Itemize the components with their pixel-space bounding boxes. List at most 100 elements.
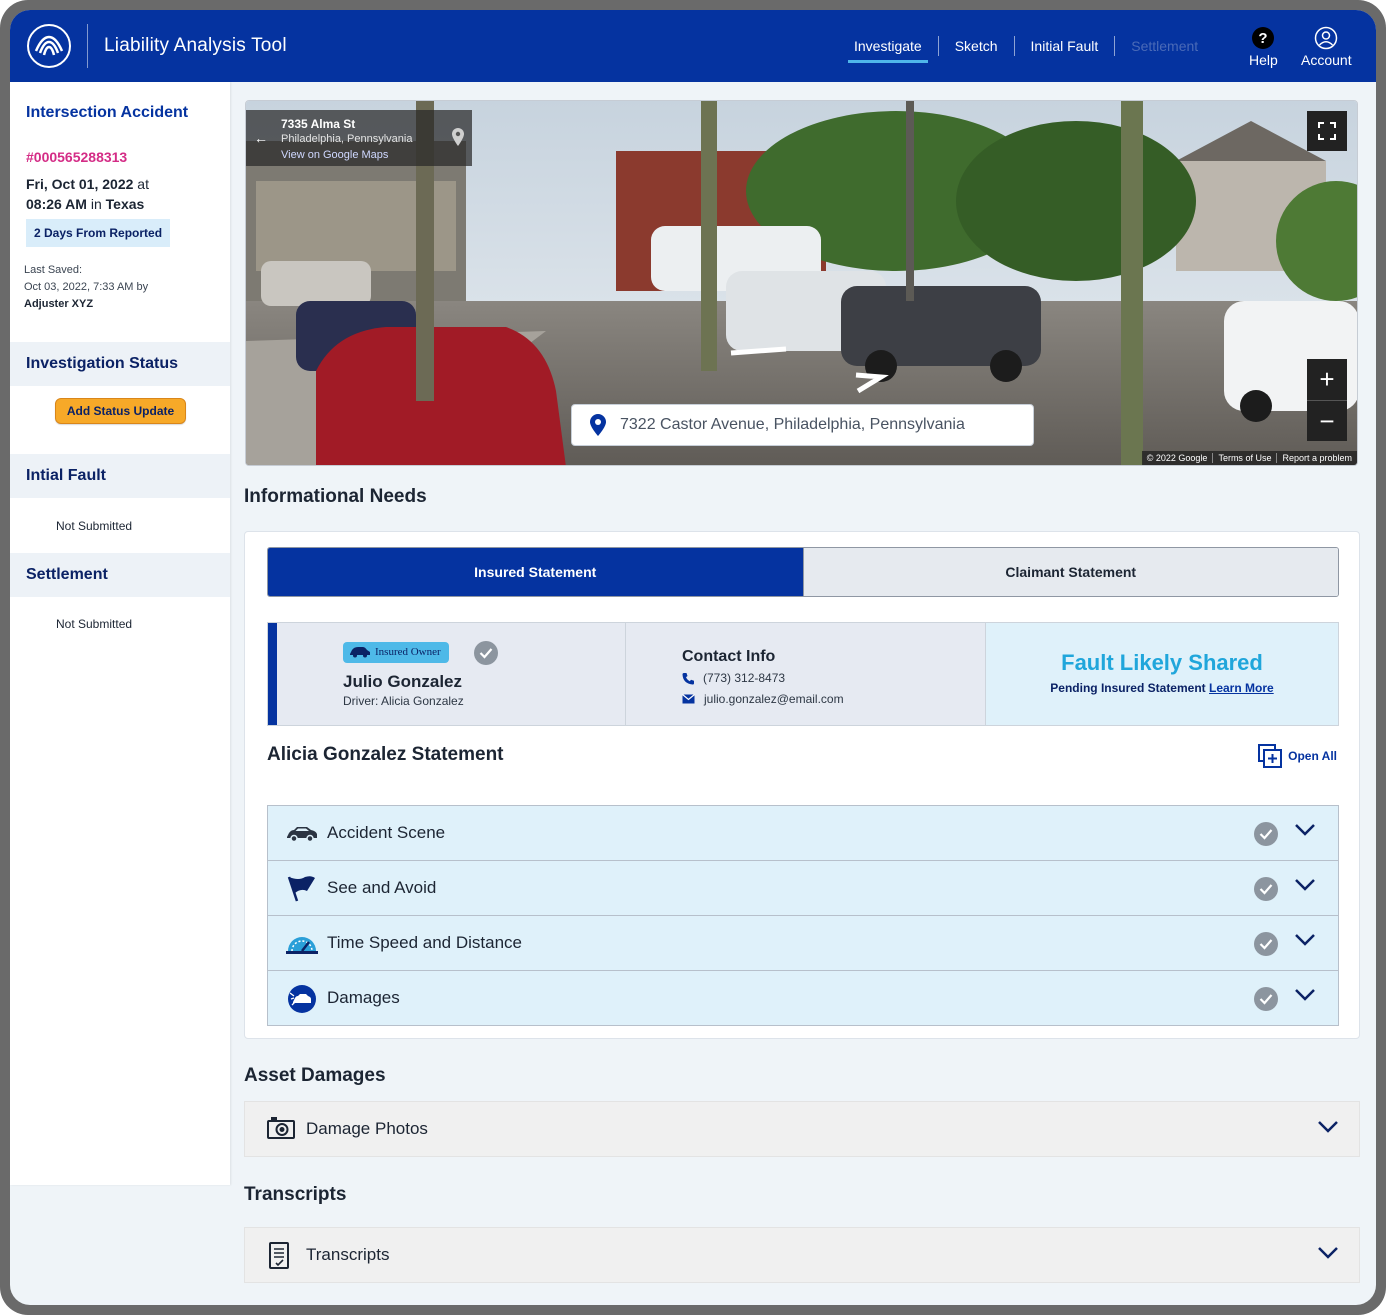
tab-claimant-statement[interactable]: Claimant Statement: [802, 548, 1338, 596]
date-connector: at: [133, 176, 149, 192]
transcripts-label: Transcripts: [306, 1245, 390, 1264]
header-divider: [87, 24, 88, 68]
settlement-header: Settlement: [10, 553, 230, 597]
account-icon: [1315, 26, 1338, 50]
top-bar: Liability Analysis Tool Investigate Sket…: [10, 10, 1376, 82]
contact-info-title: Contact Info: [682, 648, 776, 665]
complete-check-icon: [1254, 822, 1278, 846]
sidebar: Intersection Accident #000565288313 Fri,…: [10, 82, 230, 1185]
nav-settlement: Settlement: [1131, 38, 1199, 54]
location-connector: in: [86, 196, 106, 212]
document-icon: [269, 1242, 289, 1269]
open-all-icon: [1258, 744, 1283, 768]
location-pin-icon: [590, 414, 606, 436]
fault-status-panel: Fault Likely Shared Pending Insured Stat…: [986, 623, 1338, 725]
section-label: Damages: [327, 988, 400, 1007]
claim-number[interactable]: #000565288313: [26, 149, 127, 165]
chevron-down-icon[interactable]: [1317, 1120, 1339, 1134]
damage-photos-label: Damage Photos: [306, 1119, 428, 1138]
party-owner-panel: Insured Owner Julio Gonzalez Driver: Ali…: [277, 623, 626, 725]
speedometer-icon: [286, 929, 318, 959]
open-all-button[interactable]: Open All: [1258, 744, 1337, 768]
transcripts-section[interactable]: Transcripts: [244, 1227, 1360, 1283]
location-search-input[interactable]: 7322 Castor Avenue, Philadelphia, Pennsy…: [571, 404, 1034, 446]
party-accent-bar: [268, 623, 277, 725]
fault-status-subtitle: Pending Insured Statement Learn More: [986, 681, 1338, 695]
chevron-down-icon[interactable]: [1294, 823, 1316, 837]
insured-owner-label: Insured Owner: [375, 646, 441, 658]
accident-title: Intersection Accident: [26, 104, 189, 121]
street-city: Philadelphia, Pennsylvania: [281, 133, 413, 145]
account-button[interactable]: Account: [1301, 26, 1352, 68]
accident-date: Fri, Oct 01, 2022: [26, 176, 134, 192]
add-status-update-button[interactable]: Add Status Update: [55, 398, 186, 424]
location-search-value: 7322 Castor Avenue, Philadelphia, Pennsy…: [620, 416, 965, 433]
street-view-footer: © 2022 Google Terms of Use Report a prob…: [1141, 451, 1357, 465]
tab-insured-statement[interactable]: Insured Statement: [268, 548, 803, 596]
transcripts-heading: Transcripts: [244, 1184, 347, 1205]
informational-needs-card: Insured Statement Claimant Statement Ins…: [244, 531, 1360, 1039]
last-saved-info: Last Saved: Oct 03, 2022, 7:33 AM by Adj…: [24, 262, 148, 313]
complete-check-icon: [1254, 877, 1278, 901]
nav-investigate[interactable]: Investigate: [848, 10, 928, 82]
brand-logo-icon[interactable]: [27, 24, 71, 68]
zoom-in-button[interactable]: +: [1307, 359, 1347, 400]
svg-text:?: ?: [1259, 30, 1268, 47]
nav-initial-fault[interactable]: Initial Fault: [1025, 10, 1105, 82]
last-saved-by: Adjuster XYZ: [24, 298, 94, 310]
report-problem-link[interactable]: Report a problem: [1277, 453, 1357, 463]
contact-email[interactable]: julio.gonzalez@email.com: [682, 692, 844, 706]
camera-icon: [267, 1117, 295, 1139]
section-damages[interactable]: Damages: [268, 971, 1338, 1025]
section-label: See and Avoid: [327, 878, 437, 897]
terms-link[interactable]: Terms of Use: [1213, 453, 1278, 463]
contact-phone[interactable]: (773) 312-8473: [682, 671, 785, 685]
phone-icon: [682, 672, 694, 684]
chevron-down-icon[interactable]: [1317, 1246, 1339, 1260]
verified-check-icon: [474, 641, 498, 665]
section-time-speed-distance[interactable]: Time Speed and Distance: [268, 916, 1338, 971]
statement-title: Alicia Gonzalez Statement: [267, 744, 504, 765]
initial-fault-header: Intial Fault: [10, 454, 230, 498]
asset-damages-heading: Asset Damages: [244, 1065, 386, 1086]
chevron-down-icon[interactable]: [1294, 988, 1316, 1002]
complete-check-icon: [1254, 932, 1278, 956]
initial-fault-status: Not Submitted: [56, 519, 133, 533]
fullscreen-button[interactable]: [1307, 111, 1347, 151]
fault-status-title: Fault Likely Shared: [1061, 650, 1263, 675]
email-address: julio.gonzalez@email.com: [704, 692, 844, 706]
insured-owner-tag: Insured Owner: [343, 642, 449, 663]
map-copyright: © 2022 Google: [1142, 453, 1214, 463]
section-see-and-avoid[interactable]: See and Avoid: [268, 861, 1338, 916]
nav-separator: [937, 36, 939, 56]
fault-status-note: Pending Insured Statement: [1050, 681, 1206, 695]
device-frame: Liability Analysis Tool Investigate Sket…: [0, 0, 1386, 1315]
chevron-down-icon[interactable]: [1294, 878, 1316, 892]
car-icon: [286, 819, 318, 849]
driver-name: Driver: Alicia Gonzalez: [343, 694, 464, 708]
party-summary: Insured Owner Julio Gonzalez Driver: Ali…: [267, 622, 1339, 726]
app-title: Liability Analysis Tool: [104, 35, 287, 56]
phone-number: (773) 312-8473: [703, 671, 786, 685]
help-button[interactable]: ? Help: [1249, 26, 1278, 68]
street-view-address-card: ← 7335 Alma St Philadelphia, Pennsylvani…: [246, 110, 472, 166]
street-view-panel[interactable]: ← 7335 Alma St Philadelphia, Pennsylvani…: [245, 100, 1358, 466]
help-icon: ?: [1252, 27, 1275, 49]
nav-sketch[interactable]: Sketch: [949, 10, 1004, 82]
view-on-maps-link[interactable]: View on Google Maps: [281, 149, 388, 161]
complete-check-icon: [1254, 987, 1278, 1011]
investigation-status-header: Investigation Status: [10, 342, 230, 386]
learn-more-link[interactable]: Learn More: [1209, 681, 1274, 695]
last-saved-label: Last Saved:: [24, 264, 83, 276]
help-label: Help: [1249, 52, 1278, 68]
map-pin-icon: [452, 128, 464, 146]
zoom-out-button[interactable]: −: [1307, 401, 1347, 442]
section-accident-scene[interactable]: Accident Scene: [268, 806, 1338, 861]
chevron-down-icon[interactable]: [1294, 933, 1316, 947]
back-arrow-icon[interactable]: ←: [254, 130, 268, 146]
accident-state: Texas: [105, 196, 145, 212]
account-label: Account: [1301, 52, 1352, 68]
accident-time: 08:26 AM: [26, 196, 87, 212]
informational-needs-heading: Informational Needs: [244, 486, 427, 507]
damage-photos-section[interactable]: Damage Photos: [244, 1101, 1360, 1157]
